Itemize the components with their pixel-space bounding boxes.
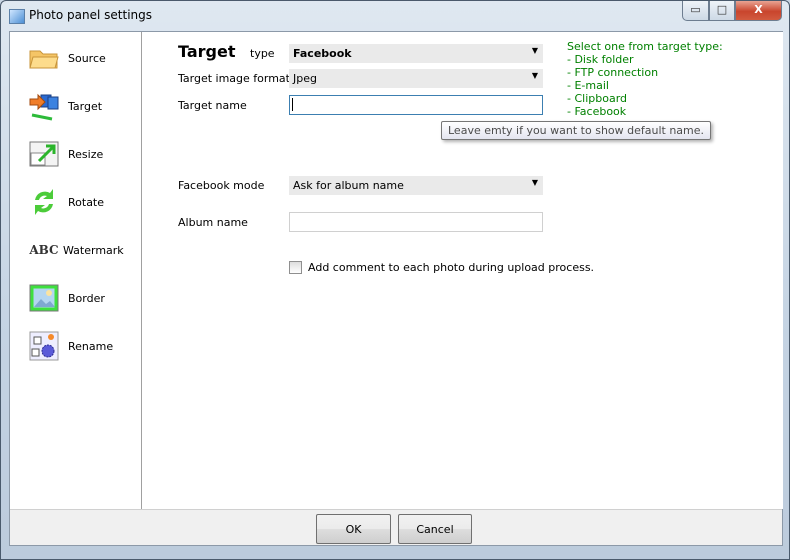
sidebar: Source Target Resize Rotate ABC Watermar…	[10, 32, 142, 509]
target-name-tooltip: Leave emty if you want to show default n…	[441, 121, 712, 140]
album-name-label: Album name	[178, 216, 248, 229]
sidebar-item-rotate[interactable]: Rotate	[28, 186, 104, 218]
dialog-window: Photo panel settings ▭ □ X Source Target…	[0, 0, 790, 560]
target-type-hint: Select one from target type: - Disk fold…	[567, 40, 723, 118]
button-bar: OK Cancel	[10, 509, 782, 545]
sidebar-item-watermark[interactable]: ABC Watermark	[28, 234, 123, 266]
section-heading: Target	[178, 42, 236, 61]
add-comment-checkbox[interactable]	[289, 261, 302, 274]
resize-icon	[28, 139, 60, 169]
maximize-button[interactable]: □	[709, 1, 735, 21]
network-target-icon	[28, 91, 60, 121]
text-caret	[292, 98, 293, 111]
settings-panel: Target type Facebook ▼ Target image forma…	[142, 32, 783, 509]
target-name-label: Target name	[178, 99, 247, 112]
facebook-mode-select[interactable]: Ask for album name ▼	[289, 176, 543, 195]
sidebar-item-resize[interactable]: Resize	[28, 138, 103, 170]
client-area: Source Target Resize Rotate ABC Watermar…	[9, 31, 783, 546]
rotate-icon	[28, 187, 60, 217]
window-title: Photo panel settings	[29, 8, 153, 22]
image-format-select[interactable]: Jpeg ▼	[289, 69, 543, 88]
picture-border-icon	[28, 283, 60, 313]
minimize-button[interactable]: ▭	[682, 1, 709, 21]
cancel-button[interactable]: Cancel	[398, 514, 472, 544]
type-label: type	[250, 47, 275, 60]
abc-text-icon: ABC	[29, 243, 59, 257]
target-type-select[interactable]: Facebook ▼	[289, 44, 543, 63]
format-label: Target image format	[178, 72, 290, 85]
rename-gear-icon	[28, 331, 60, 361]
add-comment-label: Add comment to each photo during upload …	[308, 261, 595, 274]
folder-icon	[28, 43, 60, 73]
album-name-input[interactable]	[289, 212, 543, 232]
app-icon	[9, 9, 25, 24]
sidebar-item-target[interactable]: Target	[28, 90, 102, 122]
target-name-input[interactable]	[289, 95, 543, 115]
sidebar-item-rename[interactable]: Rename	[28, 330, 113, 362]
sidebar-item-source[interactable]: Source	[28, 42, 106, 74]
chevron-down-icon: ▼	[531, 71, 538, 80]
sidebar-item-border[interactable]: Border	[28, 282, 105, 314]
facebook-mode-label: Facebook mode	[178, 179, 265, 192]
close-button[interactable]: X	[735, 1, 782, 21]
chevron-down-icon: ▼	[531, 46, 538, 55]
ok-button[interactable]: OK	[316, 514, 391, 544]
chevron-down-icon: ▼	[531, 178, 538, 187]
